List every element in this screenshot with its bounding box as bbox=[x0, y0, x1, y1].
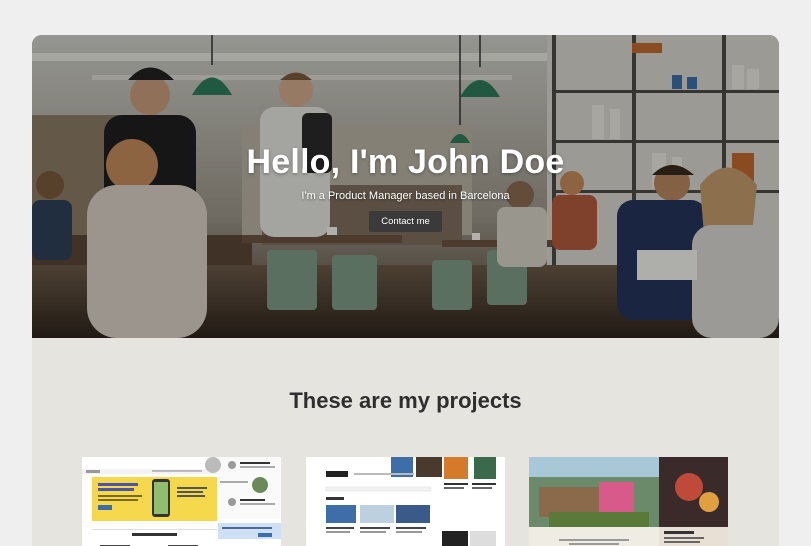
hero-title: Hello, I'm John Doe bbox=[246, 143, 565, 181]
contact-me-button[interactable]: Contact me bbox=[369, 211, 442, 232]
hero-subtitle: I'm a Product Manager based in Barcelona bbox=[301, 190, 510, 202]
project-thumbnail-1[interactable] bbox=[82, 457, 281, 546]
projects-section: These are my projects bbox=[32, 338, 779, 546]
hero-section: Hello, I'm John Doe I'm a Product Manage… bbox=[32, 35, 779, 338]
project-2-screenshot bbox=[306, 457, 505, 546]
project-3-screenshot bbox=[529, 457, 728, 546]
hero-content: Hello, I'm John Doe I'm a Product Manage… bbox=[32, 143, 779, 232]
project-thumbnail-3[interactable] bbox=[529, 457, 728, 546]
project-thumbnail-2[interactable] bbox=[306, 457, 505, 546]
projects-heading: These are my projects bbox=[289, 388, 522, 413]
project-1-screenshot bbox=[82, 457, 281, 546]
main-card: Hello, I'm John Doe I'm a Product Manage… bbox=[32, 35, 779, 546]
